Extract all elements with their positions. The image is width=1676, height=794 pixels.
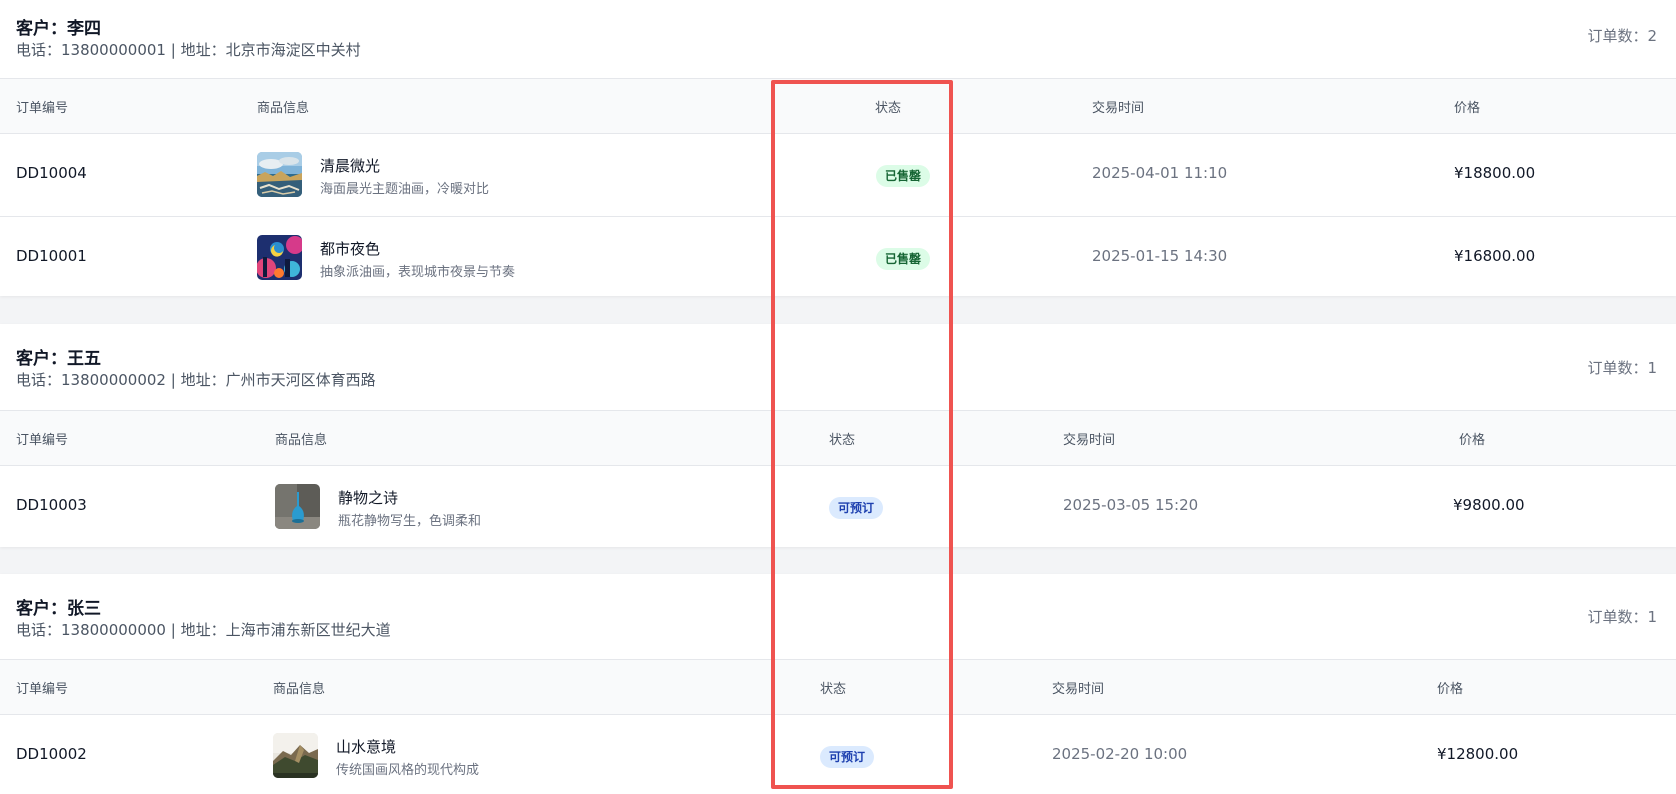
product-title: 都市夜色 [320,240,381,258]
customer-name: 客户：李四 [16,19,101,39]
transaction-time: 2025-02-20 10:00 [1052,745,1188,763]
table-row[interactable]: DD10002 山水意境 传统国画风格的现代构成 可预订 2025-02-20 [0,715,1676,794]
product-thumbnail[interactable] [257,152,302,197]
column-header-product: 商品信息 [275,433,328,448]
column-header-order-id: 订单编号 [16,682,69,697]
order-price: ¥18800.00 [1454,164,1536,182]
order-id: DD10003 [16,496,87,514]
customer-order-card: 客户：李四 电话：13800000001 | 地址：北京市海淀区中关村 订单数：… [0,0,1676,296]
product-description: 抽象派油画，表现城市夜景与节奏 [320,265,516,280]
customer-name: 客户：王五 [16,349,101,369]
customer-contact: 电话：13800000002 | 地址：广州市天河区体育西路 [16,371,376,389]
column-header-order-id: 订单编号 [16,433,69,448]
status-badge: 可预订 [829,497,884,519]
order-count: 订单数：1 [1587,608,1657,626]
status-badge: 可预订 [820,746,875,768]
customer-order-card: 客户：王五 电话：13800000002 | 地址：广州市天河区体育西路 订单数… [0,324,1676,547]
customer-header: 客户：李四 电话：13800000001 | 地址：北京市海淀区中关村 订单数：… [0,0,1676,79]
product-title: 静物之诗 [338,489,399,507]
order-id: DD10001 [16,247,87,265]
order-id: DD10004 [16,164,87,182]
column-header-price: 价格 [1454,101,1481,116]
table-row[interactable]: DD10001 都市夜色 抽象派油画，表现城市夜景与节奏 已售罄 2025-01… [0,217,1676,296]
order-price: ¥12800.00 [1437,745,1519,763]
column-header-time: 交易时间 [1092,101,1145,116]
customer-header: 客户：王五 电话：13800000002 | 地址：广州市天河区体育西路 订单数… [0,324,1676,411]
transaction-time: 2025-01-15 14:30 [1092,247,1228,265]
product-thumbnail[interactable] [257,235,302,280]
product-title: 清晨微光 [320,157,381,175]
customer-contact: 电话：13800000000 | 地址：上海市浦东新区世纪大道 [16,621,391,639]
customer-order-card: 客户：张三 电话：13800000000 | 地址：上海市浦东新区世纪大道 订单… [0,574,1676,794]
column-header-status: 状态 [875,101,902,116]
product-title: 山水意境 [336,738,397,756]
table-header: 订单编号 商品信息 状态 交易时间 价格 [0,79,1676,134]
table-row[interactable]: DD10003 静物之诗 瓶花静物写生，色调柔和 可预订 2025-03-05 … [0,466,1676,547]
status-badge: 已售罄 [876,248,931,270]
order-price: ¥9800.00 [1453,496,1525,514]
product-description: 海面晨光主题油画，冷暖对比 [320,182,490,197]
column-header-time: 交易时间 [1052,682,1105,697]
column-header-order-id: 订单编号 [16,101,69,116]
column-header-product: 商品信息 [257,101,310,116]
column-header-price: 价格 [1437,682,1464,697]
status-badge: 已售罄 [876,165,931,187]
product-description: 传统国画风格的现代构成 [336,763,480,778]
order-count: 订单数：2 [1587,27,1657,45]
order-id: DD10002 [16,745,87,763]
column-header-product: 商品信息 [273,682,326,697]
table-header: 订单编号 商品信息 状态 交易时间 价格 [0,411,1676,466]
column-header-status: 状态 [820,682,847,697]
table-row[interactable]: DD10004 清晨微光 海面晨光主题油画，冷暖对比 已售罄 2025-04-0… [0,134,1676,217]
customer-contact: 电话：13800000001 | 地址：北京市海淀区中关村 [16,41,361,59]
customer-header: 客户：张三 电话：13800000000 | 地址：上海市浦东新区世纪大道 订单… [0,574,1676,660]
product-thumbnail[interactable] [275,484,320,529]
order-price: ¥16800.00 [1454,247,1536,265]
order-count: 订单数：1 [1587,359,1657,377]
product-thumbnail[interactable] [273,733,318,778]
transaction-time: 2025-04-01 11:10 [1092,164,1228,182]
column-header-time: 交易时间 [1063,433,1116,448]
order-list-page: 客户：李四 电话：13800000001 | 地址：北京市海淀区中关村 订单数：… [0,0,1676,794]
product-description: 瓶花静物写生，色调柔和 [338,514,482,529]
transaction-time: 2025-03-05 15:20 [1063,496,1199,514]
column-header-status: 状态 [829,433,856,448]
table-header: 订单编号 商品信息 状态 交易时间 价格 [0,660,1676,715]
customer-name: 客户：张三 [16,599,101,619]
column-header-price: 价格 [1459,433,1486,448]
